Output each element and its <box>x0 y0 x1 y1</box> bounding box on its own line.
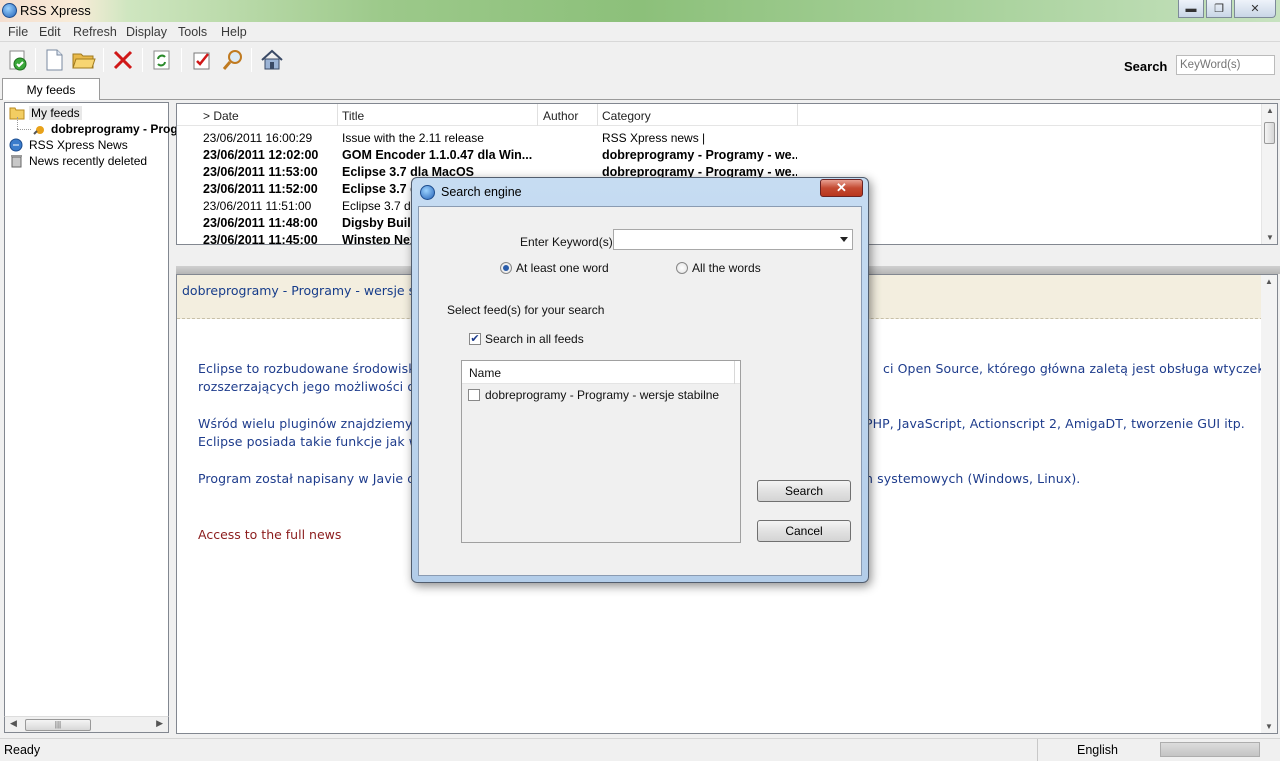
scroll-up-icon[interactable]: ▲ <box>1266 106 1274 115</box>
home-icon[interactable] <box>258 46 286 74</box>
preview-scrollbar[interactable]: ▲ ▼ <box>1261 275 1277 733</box>
delete-icon[interactable] <box>109 46 137 74</box>
article-list-header: > Date Title Author Category <box>177 104 1263 126</box>
dialog-app-icon <box>420 185 435 200</box>
radio-all-the-words[interactable] <box>676 262 688 274</box>
cancel-button[interactable]: Cancel <box>757 520 851 542</box>
column-category[interactable]: Category <box>602 109 651 123</box>
menu-file[interactable]: File <box>8 25 28 39</box>
mark-read-icon[interactable] <box>188 46 216 74</box>
scroll-up-icon[interactable]: ▲ <box>1265 277 1273 286</box>
preview-paragraph: rozszerzających jego możliwości o ol <box>198 379 431 394</box>
tree-item-rss-xpress-news[interactable]: RSS Xpress News <box>9 137 128 153</box>
preview-paragraph: Wśród wielu pluginów znajdziemy m <box>198 416 429 431</box>
menu-help[interactable]: Help <box>221 25 247 39</box>
open-folder-icon[interactable] <box>70 46 98 74</box>
tree-item-my-feeds[interactable]: My feeds <box>9 105 82 121</box>
status-progress-bar <box>1160 742 1260 757</box>
window-controls: ▬ ❐ ✕ <box>1178 0 1276 18</box>
feed-tree: My feeds dobreprogramy - Programy - wers… <box>4 102 303 732</box>
column-name[interactable]: Name <box>469 366 501 380</box>
menu-edit[interactable]: Edit <box>39 25 61 39</box>
feeds-list-header: Name <box>462 361 740 384</box>
tab-strip: My feeds <box>0 78 1280 100</box>
dialog-body: Enter Keyword(s) At least one word All t… <box>418 206 862 576</box>
radio-at-least-one-label[interactable]: At least one word <box>516 261 609 275</box>
cell-category: dobreprogramy - Programy - we... <box>602 148 797 162</box>
table-row[interactable]: 23/06/2011 16:00:29 Issue with the 2.11 r… <box>177 129 1263 146</box>
feeds-listbox: Name dobreprogramy - Programy - wersje s… <box>461 360 741 543</box>
trash-icon <box>11 155 22 168</box>
scroll-down-icon[interactable]: ▼ <box>1266 233 1274 242</box>
scroll-down-icon[interactable]: ▼ <box>1265 722 1273 731</box>
menu-refresh[interactable]: Refresh <box>73 25 117 39</box>
feed-checkbox[interactable] <box>468 389 480 401</box>
menu-display[interactable]: Display <box>126 25 167 39</box>
scroll-right-icon[interactable]: ▶ <box>156 718 163 729</box>
search-label: Search <box>1124 59 1168 74</box>
column-author[interactable]: Author <box>543 109 578 123</box>
cell-date: 23/06/2011 12:02:00 <box>203 148 319 162</box>
window-title: RSS Xpress <box>20 3 91 18</box>
cell-category: RSS Xpress news | <box>602 131 706 145</box>
new-document-icon[interactable] <box>40 46 68 74</box>
scroll-thumb[interactable] <box>1264 122 1275 144</box>
full-news-link[interactable]: Access to the full news <box>198 527 341 542</box>
radio-all-words-label[interactable]: All the words <box>692 261 761 275</box>
menu-bar: File Edit Refresh Display Tools Help <box>0 22 1280 42</box>
toolbar: Search <box>0 42 1280 78</box>
menu-tools[interactable]: Tools <box>178 25 207 39</box>
find-icon[interactable] <box>219 46 247 74</box>
status-language: English <box>1037 739 1157 761</box>
preview-paragraph: PHP, JavaScript, Actionscript 2, AmigaDT… <box>865 416 1245 431</box>
preview-paragraph: Eclipse posiada takie funkcje jak we <box>198 434 427 449</box>
tree-horizontal-scrollbar[interactable]: ◀ ||| ▶ <box>4 716 169 733</box>
search-all-feeds-checkbox[interactable]: ✔ <box>469 333 481 345</box>
article-list-scrollbar[interactable]: ▲ ▼ <box>1261 104 1277 244</box>
chevron-down-icon[interactable] <box>840 237 848 242</box>
tab-my-feeds[interactable]: My feeds <box>2 78 100 100</box>
search-all-feeds-label[interactable]: Search in all feeds <box>485 332 584 346</box>
preview-title: dobreprogramy - Programy - wersje stabi <box>182 283 440 298</box>
cell-date: 23/06/2011 11:52:00 <box>203 182 318 196</box>
cell-date: 23/06/2011 11:51:00 <box>203 199 312 213</box>
keyword-search-input[interactable] <box>1176 55 1275 75</box>
preview-paragraph: Program został napisany w Javie dzi <box>198 471 426 486</box>
maximize-button[interactable]: ❐ <box>1206 0 1232 18</box>
scroll-thumb[interactable]: ||| <box>25 719 91 731</box>
dialog-title: Search engine <box>441 185 522 199</box>
minimize-button[interactable]: ▬ <box>1178 0 1204 18</box>
rss-feed-icon <box>33 126 44 135</box>
preview-paragraph: n systemowych (Windows, Linux). <box>865 471 1081 486</box>
radio-at-least-one-word[interactable] <box>500 262 512 274</box>
column-title[interactable]: Title <box>342 109 364 123</box>
cell-date: 23/06/2011 16:00:29 <box>203 131 313 145</box>
search-engine-dialog: Search engine ✕ Enter Keyword(s) At leas… <box>411 177 869 583</box>
dialog-close-button[interactable]: ✕ <box>820 179 863 197</box>
search-button[interactable]: Search <box>757 480 851 502</box>
status-text: Ready <box>4 743 41 757</box>
globe-icon <box>9 138 23 152</box>
cell-title: GOM Encoder 1.1.0.47 dla Win... <box>342 148 532 162</box>
cell-title: Issue with the 2.11 release <box>342 131 484 145</box>
close-button[interactable]: ✕ <box>1234 0 1276 18</box>
column-date[interactable]: > Date <box>203 109 239 123</box>
refresh-icon[interactable] <box>148 46 176 74</box>
tree-item-recently-deleted[interactable]: News recently deleted <box>9 153 147 169</box>
table-row[interactable]: 23/06/2011 12:02:00 GOM Encoder 1.1.0.47 … <box>177 146 1263 163</box>
status-bar: Ready English <box>0 738 1280 761</box>
preview-paragraph: ci Open Source, którego główna zaletą je… <box>883 361 1265 376</box>
check-feeds-icon[interactable] <box>4 46 32 74</box>
app-icon <box>2 3 17 18</box>
cell-date: 23/06/2011 11:48:00 <box>203 216 318 230</box>
cell-date: 23/06/2011 11:45:00 <box>203 233 318 245</box>
feed-name[interactable]: dobreprogramy - Programy - wersje stabil… <box>485 388 719 402</box>
title-bar: RSS Xpress ▬ ❐ ✕ <box>0 0 1280 22</box>
keyword-label: Enter Keyword(s) <box>520 235 613 249</box>
preview-paragraph: Eclipse to rozbudowane środowisko p <box>198 361 435 376</box>
scroll-left-icon[interactable]: ◀ <box>10 718 17 729</box>
cell-date: 23/06/2011 11:53:00 <box>203 165 318 179</box>
select-feeds-label: Select feed(s) for your search <box>447 303 605 317</box>
keyword-combobox[interactable] <box>613 229 853 250</box>
